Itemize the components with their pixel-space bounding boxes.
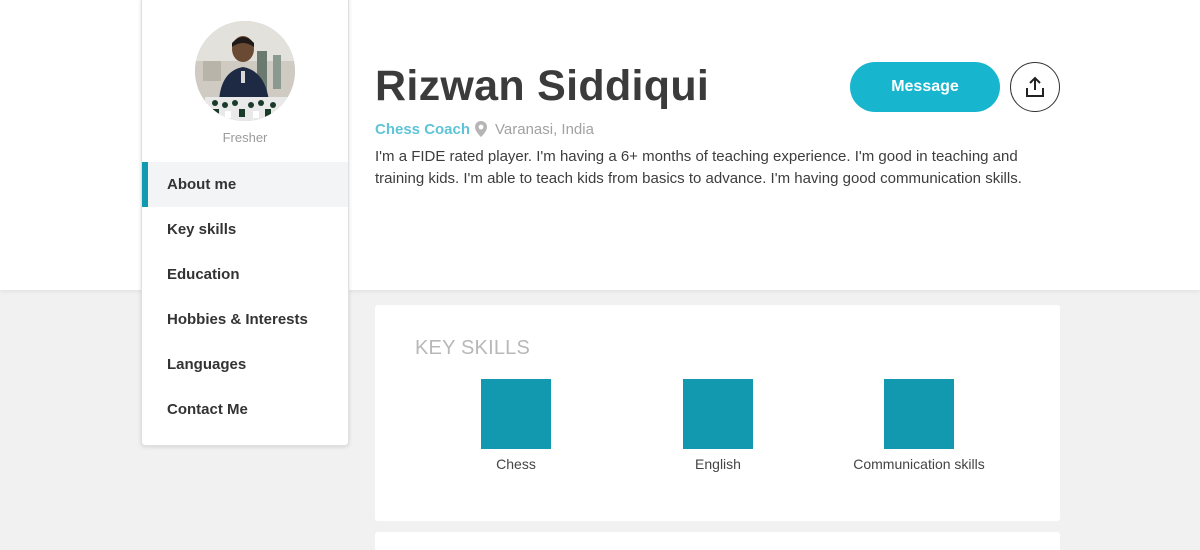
key-skills-card: KEY SKILLS Chess English Communication s…	[375, 305, 1060, 521]
nav-item-hobbies[interactable]: Hobbies & Interests	[142, 297, 348, 342]
skill-icon	[683, 379, 753, 449]
next-section-card	[375, 532, 1060, 550]
skill-label: Communication skills	[853, 456, 985, 472]
nav-item-key-skills[interactable]: Key skills	[142, 207, 348, 252]
nav-item-contact-me[interactable]: Contact Me	[142, 387, 348, 432]
skill-item-chess: Chess	[426, 379, 606, 472]
skill-label: English	[695, 456, 741, 472]
profile-bio: I'm a FIDE rated player. I'm having a 6+…	[375, 148, 1022, 187]
sidebar: Fresher About me Key skills Education Ho…	[141, 0, 349, 446]
key-skills-title: KEY SKILLS	[415, 337, 531, 359]
profile-name: Rizwan Siddiqui	[375, 62, 710, 110]
nav-item-about-me[interactable]: About me	[142, 162, 348, 207]
share-upload-icon	[1026, 76, 1044, 97]
profile-location: Varanasi, India	[495, 121, 594, 138]
career-status: Fresher	[222, 130, 268, 145]
profile-nav: About me Key skills Education Hobbies & …	[142, 162, 348, 432]
share-button[interactable]	[1010, 62, 1060, 112]
avatar	[195, 21, 295, 121]
skill-item-english: English	[628, 379, 808, 472]
nav-item-languages[interactable]: Languages	[142, 342, 348, 387]
location-pin-icon	[475, 121, 487, 142]
skill-icon	[481, 379, 551, 449]
profile-role: Chess Coach	[375, 121, 471, 138]
nav-item-education[interactable]: Education	[142, 252, 348, 297]
skill-item-communication: Communication skills	[829, 379, 1009, 472]
skill-label: Chess	[496, 456, 536, 472]
skill-icon	[884, 379, 954, 449]
message-button[interactable]: Message	[850, 62, 1000, 112]
